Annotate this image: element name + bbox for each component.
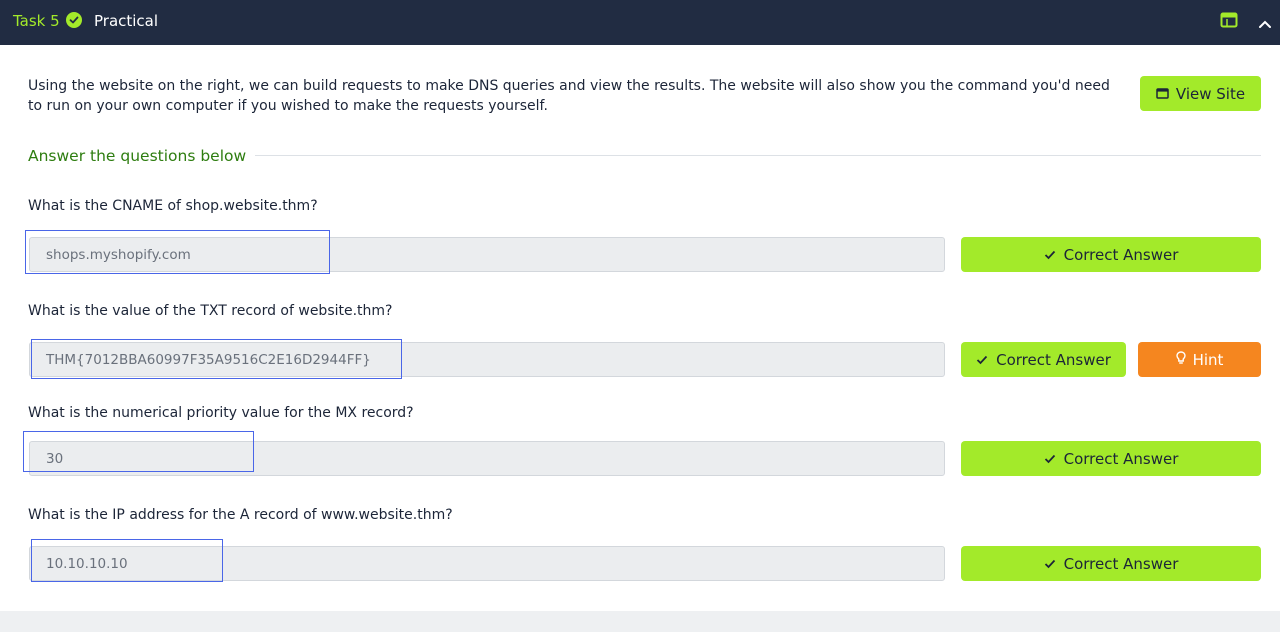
checkmark-icon: [1044, 246, 1056, 264]
lightbulb-icon: [1175, 350, 1186, 369]
correct-answer-label: Correct Answer: [1063, 554, 1179, 573]
view-site-label: View Site: [1175, 84, 1246, 103]
task-title: Practical: [94, 12, 159, 30]
heading-divider: [255, 155, 1261, 156]
correct-answer-label: Correct Answer: [1063, 245, 1179, 264]
task-content: Using the website on the right, we can b…: [0, 45, 1280, 611]
question-4-text: What is the IP address for the A record …: [28, 507, 453, 523]
check-circle-icon: [66, 12, 82, 28]
question-2-text: What is the value of the TXT record of w…: [28, 303, 393, 319]
hint-button[interactable]: Hint: [1138, 342, 1261, 377]
answers-heading: Answer the questions below: [28, 147, 247, 165]
panel-icon[interactable]: [1220, 12, 1238, 32]
task-description: Using the website on the right, we can b…: [28, 78, 1110, 114]
highlight-box: [23, 431, 254, 472]
question-3-text: What is the numerical priority value for…: [28, 405, 414, 421]
highlight-box: [31, 539, 223, 582]
checkmark-icon: [1044, 555, 1056, 573]
task-number: Task 5: [13, 12, 60, 30]
highlight-box: [25, 230, 330, 274]
chevron-up-icon[interactable]: [1258, 14, 1272, 33]
hint-label: Hint: [1192, 350, 1224, 369]
checkmark-icon: [976, 351, 988, 369]
correct-answer-button[interactable]: Correct Answer: [961, 441, 1261, 476]
checkmark-icon: [1044, 450, 1056, 468]
correct-answer-label: Correct Answer: [1063, 449, 1179, 468]
correct-answer-label: Correct Answer: [996, 350, 1111, 369]
correct-answer-button[interactable]: Correct Answer: [961, 546, 1261, 581]
highlight-box: [31, 339, 402, 379]
view-site-button[interactable]: View Site: [1140, 76, 1261, 111]
browser-window-icon: [1156, 85, 1169, 103]
question-1-text: What is the CNAME of shop.website.thm?: [28, 198, 318, 214]
page-footer-shadow: [0, 611, 1280, 632]
correct-answer-button[interactable]: Correct Answer: [961, 237, 1261, 272]
task-header[interactable]: Task 5 Practical: [0, 0, 1280, 45]
correct-answer-button[interactable]: Correct Answer: [961, 342, 1126, 377]
